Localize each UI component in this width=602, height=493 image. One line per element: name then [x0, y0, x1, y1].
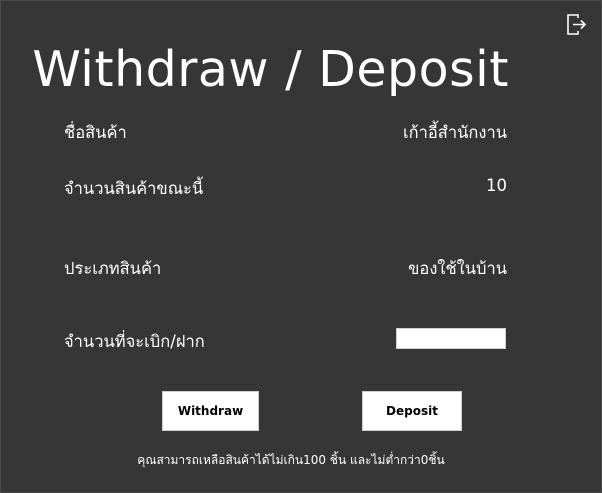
- product-name-value: เก้าอี้สำนักงาน: [402, 123, 507, 142]
- amount-input[interactable]: [396, 328, 506, 349]
- withdraw-button[interactable]: Withdraw: [162, 391, 259, 431]
- current-qty-label: จำนวนสินค้าขณะนี้: [64, 179, 204, 198]
- withdraw-deposit-window: Withdraw / Deposit ชื่อสินค้า เก้าอี้สำน…: [0, 0, 602, 493]
- product-name-label: ชื่อสินค้า: [64, 123, 127, 142]
- category-value: ของใช้ในบ้าน: [408, 259, 507, 278]
- exit-button[interactable]: [564, 12, 588, 38]
- window-title: Withdraw / Deposit: [32, 41, 509, 98]
- exit-icon: [567, 14, 587, 35]
- deposit-button[interactable]: Deposit: [362, 391, 462, 431]
- amount-label: จำนวนที่จะเบิก/ฝาก: [64, 332, 205, 351]
- current-qty-value: 10: [486, 176, 507, 195]
- limit-note: คุณสามารถเหลือสินค้าได้ไม่เกิน100 ชิ้น แ…: [137, 453, 445, 467]
- category-label: ประเภทสินค้า: [64, 259, 162, 278]
